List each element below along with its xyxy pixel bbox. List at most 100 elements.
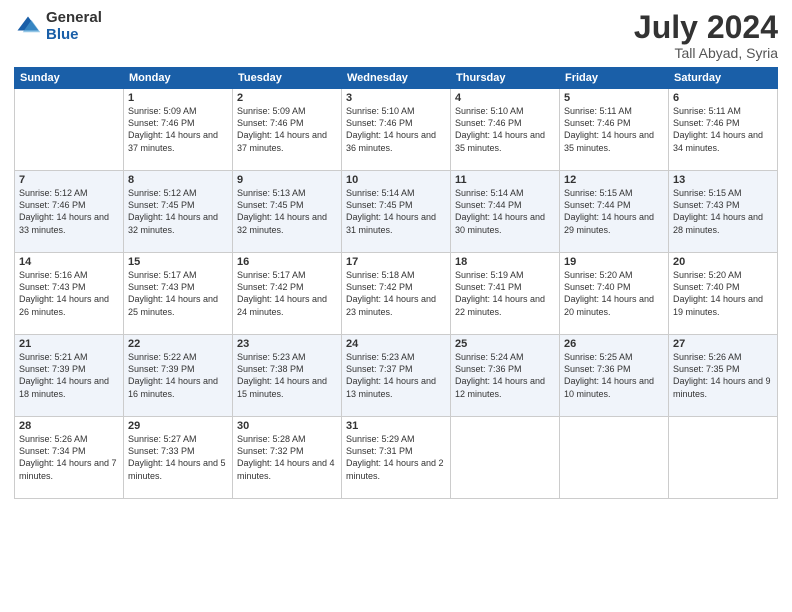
table-row [15, 89, 124, 171]
logo-general: General [46, 10, 102, 27]
cell-info: Sunrise: 5:20 AM Sunset: 7:40 PM Dayligh… [564, 269, 664, 318]
cell-info: Sunrise: 5:23 AM Sunset: 7:37 PM Dayligh… [346, 351, 446, 400]
cell-info: Sunrise: 5:25 AM Sunset: 7:36 PM Dayligh… [564, 351, 664, 400]
table-row: 14Sunrise: 5:16 AM Sunset: 7:43 PM Dayli… [15, 253, 124, 335]
cell-date: 31 [346, 420, 446, 432]
cell-info: Sunrise: 5:27 AM Sunset: 7:33 PM Dayligh… [128, 433, 228, 482]
cell-info: Sunrise: 5:14 AM Sunset: 7:45 PM Dayligh… [346, 187, 446, 236]
cell-info: Sunrise: 5:12 AM Sunset: 7:46 PM Dayligh… [19, 187, 119, 236]
table-row: 27Sunrise: 5:26 AM Sunset: 7:35 PM Dayli… [669, 335, 778, 417]
cell-date: 25 [455, 338, 555, 350]
cell-date: 24 [346, 338, 446, 350]
cell-date: 19 [564, 256, 664, 268]
header-row: Sunday Monday Tuesday Wednesday Thursday… [15, 68, 778, 89]
cell-info: Sunrise: 5:29 AM Sunset: 7:31 PM Dayligh… [346, 433, 446, 482]
table-row: 16Sunrise: 5:17 AM Sunset: 7:42 PM Dayli… [233, 253, 342, 335]
cell-info: Sunrise: 5:11 AM Sunset: 7:46 PM Dayligh… [564, 105, 664, 154]
title-block: July 2024 Tall Abyad, Syria [634, 10, 778, 61]
cell-date: 28 [19, 420, 119, 432]
calendar-week-1: 1Sunrise: 5:09 AM Sunset: 7:46 PM Daylig… [15, 89, 778, 171]
cell-info: Sunrise: 5:14 AM Sunset: 7:44 PM Dayligh… [455, 187, 555, 236]
cell-date: 21 [19, 338, 119, 350]
cell-info: Sunrise: 5:28 AM Sunset: 7:32 PM Dayligh… [237, 433, 337, 482]
cell-date: 27 [673, 338, 773, 350]
page: General Blue July 2024 Tall Abyad, Syria… [0, 0, 792, 612]
cell-info: Sunrise: 5:10 AM Sunset: 7:46 PM Dayligh… [346, 105, 446, 154]
table-row: 30Sunrise: 5:28 AM Sunset: 7:32 PM Dayli… [233, 417, 342, 499]
table-row: 20Sunrise: 5:20 AM Sunset: 7:40 PM Dayli… [669, 253, 778, 335]
title-month: July 2024 [634, 10, 778, 45]
col-saturday: Saturday [669, 68, 778, 89]
cell-date: 9 [237, 174, 337, 186]
calendar-week-4: 21Sunrise: 5:21 AM Sunset: 7:39 PM Dayli… [15, 335, 778, 417]
cell-info: Sunrise: 5:17 AM Sunset: 7:42 PM Dayligh… [237, 269, 337, 318]
table-row: 3Sunrise: 5:10 AM Sunset: 7:46 PM Daylig… [342, 89, 451, 171]
cell-date: 8 [128, 174, 228, 186]
table-row: 13Sunrise: 5:15 AM Sunset: 7:43 PM Dayli… [669, 171, 778, 253]
cell-date: 12 [564, 174, 664, 186]
cell-date: 13 [673, 174, 773, 186]
calendar-week-5: 28Sunrise: 5:26 AM Sunset: 7:34 PM Dayli… [15, 417, 778, 499]
cell-date: 30 [237, 420, 337, 432]
table-row: 21Sunrise: 5:21 AM Sunset: 7:39 PM Dayli… [15, 335, 124, 417]
cell-info: Sunrise: 5:10 AM Sunset: 7:46 PM Dayligh… [455, 105, 555, 154]
col-thursday: Thursday [451, 68, 560, 89]
cell-info: Sunrise: 5:21 AM Sunset: 7:39 PM Dayligh… [19, 351, 119, 400]
cell-date: 22 [128, 338, 228, 350]
table-row: 26Sunrise: 5:25 AM Sunset: 7:36 PM Dayli… [560, 335, 669, 417]
table-row: 7Sunrise: 5:12 AM Sunset: 7:46 PM Daylig… [15, 171, 124, 253]
cell-info: Sunrise: 5:19 AM Sunset: 7:41 PM Dayligh… [455, 269, 555, 318]
cell-info: Sunrise: 5:17 AM Sunset: 7:43 PM Dayligh… [128, 269, 228, 318]
cell-date: 4 [455, 92, 555, 104]
table-row: 1Sunrise: 5:09 AM Sunset: 7:46 PM Daylig… [124, 89, 233, 171]
table-row: 31Sunrise: 5:29 AM Sunset: 7:31 PM Dayli… [342, 417, 451, 499]
calendar-table: Sunday Monday Tuesday Wednesday Thursday… [14, 67, 778, 499]
col-tuesday: Tuesday [233, 68, 342, 89]
cell-info: Sunrise: 5:09 AM Sunset: 7:46 PM Dayligh… [128, 105, 228, 154]
cell-date: 10 [346, 174, 446, 186]
cell-date: 29 [128, 420, 228, 432]
table-row: 24Sunrise: 5:23 AM Sunset: 7:37 PM Dayli… [342, 335, 451, 417]
cell-date: 16 [237, 256, 337, 268]
cell-date: 5 [564, 92, 664, 104]
table-row [669, 417, 778, 499]
cell-info: Sunrise: 5:13 AM Sunset: 7:45 PM Dayligh… [237, 187, 337, 236]
cell-info: Sunrise: 5:15 AM Sunset: 7:44 PM Dayligh… [564, 187, 664, 236]
table-row: 11Sunrise: 5:14 AM Sunset: 7:44 PM Dayli… [451, 171, 560, 253]
table-row: 12Sunrise: 5:15 AM Sunset: 7:44 PM Dayli… [560, 171, 669, 253]
cell-date: 17 [346, 256, 446, 268]
cell-info: Sunrise: 5:23 AM Sunset: 7:38 PM Dayligh… [237, 351, 337, 400]
logo: General Blue [14, 10, 102, 43]
cell-info: Sunrise: 5:09 AM Sunset: 7:46 PM Dayligh… [237, 105, 337, 154]
table-row: 4Sunrise: 5:10 AM Sunset: 7:46 PM Daylig… [451, 89, 560, 171]
cell-date: 3 [346, 92, 446, 104]
cell-date: 23 [237, 338, 337, 350]
table-row: 9Sunrise: 5:13 AM Sunset: 7:45 PM Daylig… [233, 171, 342, 253]
cell-info: Sunrise: 5:26 AM Sunset: 7:35 PM Dayligh… [673, 351, 773, 400]
table-row: 6Sunrise: 5:11 AM Sunset: 7:46 PM Daylig… [669, 89, 778, 171]
cell-date: 14 [19, 256, 119, 268]
table-row: 25Sunrise: 5:24 AM Sunset: 7:36 PM Dayli… [451, 335, 560, 417]
logo-text: General Blue [46, 10, 102, 43]
cell-info: Sunrise: 5:24 AM Sunset: 7:36 PM Dayligh… [455, 351, 555, 400]
logo-blue: Blue [46, 27, 102, 44]
cell-date: 18 [455, 256, 555, 268]
cell-date: 15 [128, 256, 228, 268]
calendar-week-2: 7Sunrise: 5:12 AM Sunset: 7:46 PM Daylig… [15, 171, 778, 253]
table-row [560, 417, 669, 499]
table-row [451, 417, 560, 499]
table-row: 19Sunrise: 5:20 AM Sunset: 7:40 PM Dayli… [560, 253, 669, 335]
cell-date: 26 [564, 338, 664, 350]
col-monday: Monday [124, 68, 233, 89]
table-row: 5Sunrise: 5:11 AM Sunset: 7:46 PM Daylig… [560, 89, 669, 171]
table-row: 23Sunrise: 5:23 AM Sunset: 7:38 PM Dayli… [233, 335, 342, 417]
table-row: 29Sunrise: 5:27 AM Sunset: 7:33 PM Dayli… [124, 417, 233, 499]
cell-info: Sunrise: 5:22 AM Sunset: 7:39 PM Dayligh… [128, 351, 228, 400]
cell-info: Sunrise: 5:12 AM Sunset: 7:45 PM Dayligh… [128, 187, 228, 236]
cell-info: Sunrise: 5:20 AM Sunset: 7:40 PM Dayligh… [673, 269, 773, 318]
cell-info: Sunrise: 5:26 AM Sunset: 7:34 PM Dayligh… [19, 433, 119, 482]
col-sunday: Sunday [15, 68, 124, 89]
cell-date: 6 [673, 92, 773, 104]
logo-icon [14, 13, 42, 41]
cell-info: Sunrise: 5:11 AM Sunset: 7:46 PM Dayligh… [673, 105, 773, 154]
